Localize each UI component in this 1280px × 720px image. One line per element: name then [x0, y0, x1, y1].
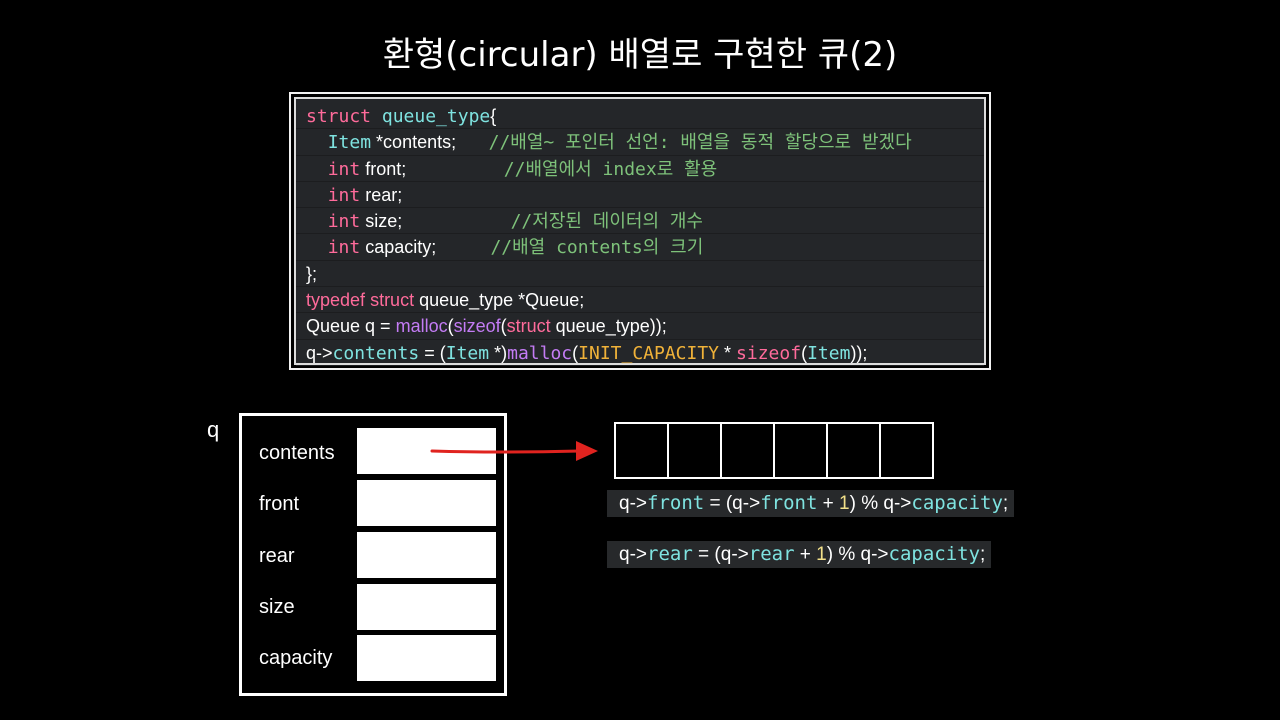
field-label-front: front: [259, 493, 300, 515]
field-label-size: size: [259, 596, 295, 618]
comment: //저장된 데이터의 개수: [510, 211, 703, 233]
function: sizeof: [736, 342, 802, 364]
field: front: [647, 492, 705, 514]
keyword: typedef: [306, 290, 366, 311]
field-cell-rear: [357, 532, 496, 578]
code-text: = (: [419, 342, 446, 363]
number: 1: [816, 544, 827, 565]
keyword: struct: [506, 316, 551, 337]
code-line-5: int size; //저장된 데이터의 개수: [296, 208, 984, 235]
field-cell-front: [357, 480, 496, 526]
field-label-contents: contents: [259, 442, 335, 464]
code-line-8: typedef struct queue_type *Queue;: [296, 287, 984, 314]
rear-update-expression: q->rear = (q->rear + 1) % q->capacity;: [607, 541, 992, 568]
comment: //배열에서 index로 활용: [503, 158, 718, 180]
array-cell: [722, 424, 775, 477]
expr-text: = (q->: [704, 493, 761, 514]
code-text: Queue q =: [306, 316, 396, 337]
code-line-9: Queue q = malloc(sizeof(struct queue_typ…: [296, 313, 984, 340]
expr-text: ) % q->: [826, 544, 889, 565]
field-cell-capacity: [357, 635, 496, 681]
field: contents: [332, 342, 420, 364]
code-block: struct queue_type{ Item *contents; //배열~…: [289, 92, 991, 370]
code-text: q->: [306, 342, 333, 363]
code-text: ));: [850, 342, 868, 363]
type: Item: [445, 342, 490, 364]
member: *contents;: [371, 132, 457, 153]
expr-text: q->: [619, 493, 647, 514]
typedef-rest: queue_type *Queue;: [414, 290, 585, 311]
keyword: struct: [306, 106, 372, 127]
expr-text: ;: [1002, 493, 1009, 514]
code-line-6: int capacity; //배열 contents의 크기: [296, 234, 984, 261]
number: 1: [839, 493, 850, 514]
member: size;: [360, 211, 403, 232]
keyword: struct: [370, 290, 415, 311]
code-text: queue_type));: [550, 316, 667, 337]
code-line-3: int front; //배열에서 index로 활용: [296, 156, 984, 182]
brace: {: [490, 106, 497, 126]
code-line-10: q->contents = (Item *)malloc(INIT_CAPACI…: [296, 340, 984, 366]
comment: //배열 contents의 크기: [490, 237, 704, 259]
function: malloc: [395, 316, 448, 337]
expr-text: +: [794, 544, 817, 565]
expr-text: ) % q->: [849, 493, 912, 514]
contents-array: [614, 422, 934, 479]
code-text: *): [489, 342, 508, 363]
expr-text: ;: [980, 544, 986, 565]
expr-text: = (q->: [692, 544, 749, 565]
code-line-4: int rear;: [296, 182, 984, 209]
field-cell-size: [357, 584, 496, 630]
function: malloc: [507, 342, 573, 364]
macro: INIT_CAPACITY: [578, 342, 720, 364]
type: int: [327, 211, 361, 233]
variable-label: q: [207, 417, 220, 442]
expr-text: +: [817, 493, 840, 514]
field-label-capacity: capacity: [259, 647, 333, 669]
type: Item: [807, 342, 851, 364]
field: rear: [647, 543, 693, 565]
comment: //배열~ 포인터 선언: 배열을 동적 할당으로 받겠다: [488, 132, 912, 154]
field-label-rear: rear: [259, 545, 295, 567]
array-cell: [881, 424, 932, 477]
struct-name: queue_type: [381, 106, 491, 127]
code-line-1: struct queue_type{: [296, 103, 984, 130]
member: rear;: [360, 184, 403, 205]
pointer-arrow: [430, 441, 598, 461]
type: int: [327, 158, 361, 180]
code-line-2: Item *contents; //배열~ 포인터 선언: 배열을 동적 할당으…: [296, 129, 984, 156]
code-line-7: };: [296, 261, 984, 288]
function: sizeof: [453, 316, 501, 337]
member: capacity;: [360, 237, 437, 258]
code-text: *: [719, 342, 737, 363]
field: front: [760, 492, 818, 514]
type: int: [327, 184, 361, 206]
array-cell: [775, 424, 828, 477]
slide-title: 환형(circular) 배열로 구현한 큐(2): [382, 35, 898, 75]
array-cell: [669, 424, 722, 477]
code-block-inner: struct queue_type{ Item *contents; //배열~…: [294, 97, 986, 366]
closing-brace: };: [306, 263, 318, 284]
member: front;: [360, 158, 407, 179]
field: rear: [748, 543, 795, 565]
front-update-expression: q->front = (q->front + 1) % q->capacity;: [607, 490, 1015, 517]
field: capacity: [888, 543, 981, 565]
array-cell: [828, 424, 881, 477]
expr-text: q->: [619, 544, 647, 565]
field: capacity: [911, 492, 1003, 514]
type: Item: [327, 132, 372, 154]
type: int: [327, 237, 361, 259]
array-cell: [616, 424, 669, 477]
